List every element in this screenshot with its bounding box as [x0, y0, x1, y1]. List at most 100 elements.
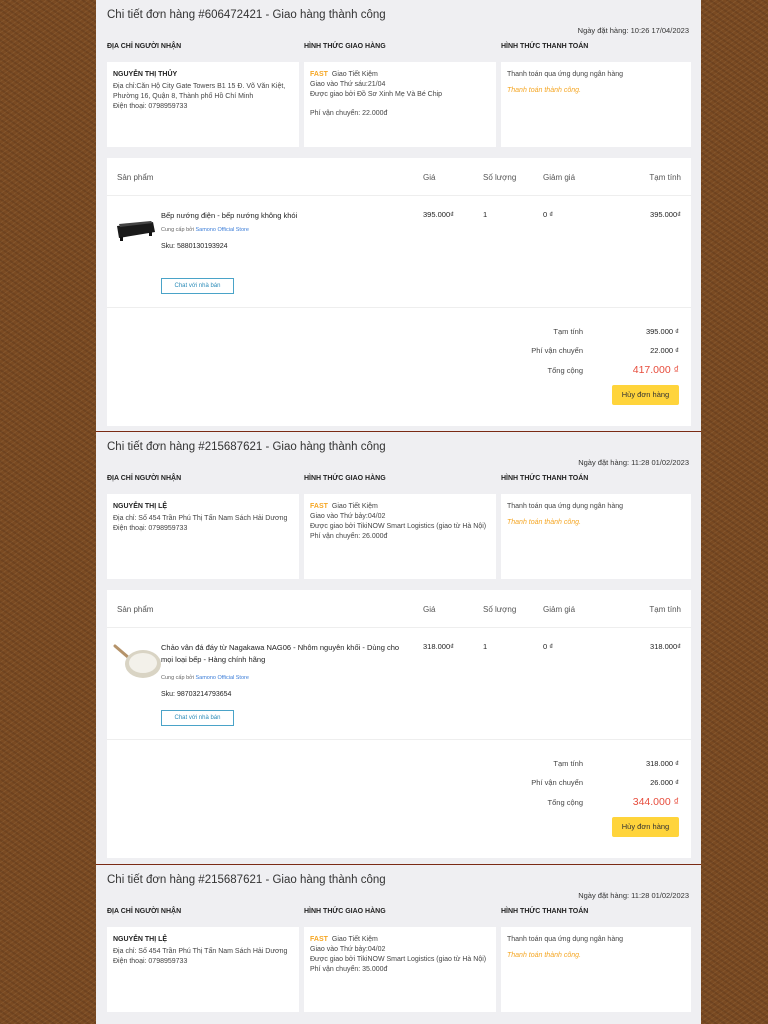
product-price: 395.000₫ [423, 210, 454, 219]
recipient-address: Địa chỉ: Số 454 Trần Phú Thị Tấn Nam Sác… [113, 515, 288, 523]
shipping-method: Giao Tiết Kiệm [331, 936, 378, 943]
subtotal-label: Tạm tính [553, 759, 583, 768]
payment-status: Thanh toán thành công. [507, 519, 581, 527]
product-discount: 0 ₫ [543, 210, 554, 219]
product-thumbnail[interactable] [113, 642, 161, 678]
subtotal-value: 318.000 ₫ [645, 759, 679, 768]
product-table: Sản phẩm Giá Số lượng Giảm giá Tạm tính … [107, 158, 691, 426]
payment-status: Thanh toán thành công. [507, 952, 581, 960]
shipping-fee: Phí vận chuyển: 35.000đ [310, 966, 388, 974]
carrier: Được giao bởi TikiNOW Smart Logistics (g… [310, 523, 487, 531]
table-row: Chảo vân đá đáy từ Nagakawa NAG06 - Nhôm… [107, 628, 691, 740]
col-price: Giá [423, 173, 436, 182]
seller-prefix: Cung cấp bởi [161, 675, 194, 681]
recipient-address: Địa chỉ: Số 454 Trần Phú Thị Tấn Nam Sác… [113, 948, 288, 956]
seller-prefix: Cung cấp bởi [161, 227, 194, 233]
recipient-box: NGUYỄN THỊ THỦY Địa chỉ:Căn Hộ City Gate… [107, 62, 299, 147]
seller-link[interactable]: Samono Official Store [196, 675, 249, 681]
payment-box: Thanh toán qua ứng dụng ngân hàng Thanh … [501, 62, 691, 147]
delivery-date: Giao vào Thứ bảy:04/02 [310, 946, 386, 954]
col-discount: Giảm giá [543, 173, 576, 182]
delivery-date: Giao vào Thứ bảy:04/02 [310, 513, 386, 521]
product-thumbnail[interactable] [113, 210, 157, 244]
cancel-order-button[interactable]: Hủy đơn hàng [612, 385, 679, 405]
order-card: Chi tiết đơn hàng #606472421 - Giao hàng… [96, 0, 701, 431]
col-product: Sản phẩm [117, 605, 154, 614]
payment-heading: HÌNH THỨC THANH TOÁN [501, 908, 589, 915]
shipping-heading: HÌNH THỨC GIAO HÀNG [304, 908, 386, 915]
table-row: Bếp nướng điện - bếp nướng không khói Cu… [107, 196, 691, 308]
cancel-order-button[interactable]: Hủy đơn hàng [612, 817, 679, 837]
payment-method: Thanh toán qua ứng dụng ngân hàng [507, 503, 624, 510]
delivery-date: Giao vào Thứ sáu:21/04 [310, 81, 386, 89]
order-title: Chi tiết đơn hàng #215687621 - Giao hàng… [107, 874, 386, 886]
shipping-box: FAST Giao Tiết Kiệm Giao vào Thứ bảy:04/0… [304, 494, 496, 579]
product-sku: Sku: 98703214793654 [161, 691, 232, 698]
product-quantity: 1 [483, 642, 488, 651]
recipient-phone: Điện thoại: 0798959733 [113, 103, 188, 111]
shipping-fee: Phí vận chuyển: 22.000đ [310, 110, 388, 118]
order-title: Chi tiết đơn hàng #606472421 - Giao hàng… [107, 9, 386, 21]
recipient-box: NGUYỄN THỊ LỆ Địa chỉ: Số 454 Trần Phú T… [107, 927, 299, 1012]
col-subtotal: Tạm tính [649, 173, 681, 182]
total-value: 344.000 ₫ [632, 796, 679, 808]
chat-seller-button[interactable]: Chat với nhà bán [161, 278, 234, 294]
payment-heading: HÌNH THỨC THANH TOÁN [501, 475, 589, 482]
payment-method: Thanh toán qua ứng dụng ngân hàng [507, 936, 624, 943]
shipping-fee-label: Phí vận chuyển [531, 346, 583, 355]
shipping-fee-label: Phí vận chuyển [531, 778, 583, 787]
col-price: Giá [423, 605, 436, 614]
shipping-fee-value: 22.000 ₫ [650, 346, 679, 355]
shipping-heading: HÌNH THỨC GIAO HÀNG [304, 43, 386, 50]
order-date: Ngày đặt hàng: 10:26 17/04/2023 [577, 26, 689, 35]
product-price: 318.000₫ [423, 642, 454, 651]
payment-box: Thanh toán qua ứng dụng ngân hàng Thanh … [501, 494, 691, 579]
product-table: Sản phẩm Giá Số lượng Giảm giá Tạm tính … [107, 590, 691, 858]
payment-heading: HÌNH THỨC THANH TOÁN [501, 43, 589, 50]
seller-info: Cung cấp bởi Samono Official Store [161, 675, 249, 681]
product-name[interactable]: Bếp nướng điện - bếp nướng không khói [161, 210, 411, 222]
shipping-method: Giao Tiết Kiệm [331, 503, 378, 510]
shipping-heading: HÌNH THỨC GIAO HÀNG [304, 475, 386, 482]
order-card: Chi tiết đơn hàng #215687621 - Giao hàng… [96, 864, 701, 1024]
total-value: 417.000 ₫ [632, 364, 679, 376]
recipient-box: NGUYỄN THỊ LỆ Địa chỉ: Số 454 Trần Phú T… [107, 494, 299, 579]
recipient-phone: Điện thoại: 0798959733 [113, 525, 188, 533]
order-title: Chi tiết đơn hàng #215687621 - Giao hàng… [107, 441, 386, 453]
col-subtotal: Tạm tính [649, 605, 681, 614]
order-date: Ngày đặt hàng: 11:28 01/02/2023 [578, 891, 689, 900]
shipping-box: FAST Giao Tiết Kiệm Giao vào Thứ sáu:21/0… [304, 62, 496, 147]
product-subtotal: 318.000₫ [650, 642, 681, 651]
shipping-fee: Phí vận chuyển: 26.000đ [310, 533, 388, 541]
fast-badge: FAST [310, 503, 328, 510]
orders-column: Chi tiết đơn hàng #606472421 - Giao hàng… [96, 0, 701, 1024]
col-product: Sản phẩm [117, 173, 154, 182]
recipient-address: Địa chỉ:Căn Hộ City Gate Towers B1 15 Đ.… [113, 83, 286, 101]
recipient-name: NGUYỄN THỊ LỆ [113, 936, 168, 943]
subtotal-value: 395.000 ₫ [645, 327, 679, 336]
shipping-method: Giao Tiết Kiệm [331, 71, 378, 78]
recipient-heading: ĐỊA CHỈ NGƯỜI NHẬN [107, 475, 182, 482]
recipient-phone: Điện thoại: 0798959733 [113, 958, 188, 966]
product-name[interactable]: Chảo vân đá đáy từ Nagakawa NAG06 - Nhôm… [161, 642, 411, 665]
chat-seller-button[interactable]: Chat với nhà bán [161, 710, 234, 726]
product-quantity: 1 [483, 210, 488, 219]
table-header: Sản phẩm Giá Số lượng Giảm giá Tạm tính [107, 590, 691, 628]
product-subtotal: 395.000₫ [650, 210, 681, 219]
carrier: Được giao bởi TikiNOW Smart Logistics (g… [310, 956, 487, 964]
seller-link[interactable]: Samono Official Store [196, 227, 249, 233]
payment-method: Thanh toán qua ứng dụng ngân hàng [507, 71, 624, 78]
subtotal-label: Tạm tính [553, 327, 583, 336]
order-date: Ngày đặt hàng: 11:28 01/02/2023 [578, 458, 689, 467]
shipping-fee-value: 26.000 ₫ [650, 778, 679, 787]
recipient-heading: ĐỊA CHỈ NGƯỜI NHẬN [107, 908, 182, 915]
shipping-box: FAST Giao Tiết Kiệm Giao vào Thứ bảy:04/0… [304, 927, 496, 1012]
total-label: Tổng cộng [547, 798, 583, 807]
recipient-heading: ĐỊA CHỈ NGƯỜI NHẬN [107, 43, 182, 50]
product-sku: Sku: 5880130193924 [161, 243, 228, 250]
recipient-name: NGUYỄN THỊ THỦY [113, 71, 178, 78]
total-label: Tổng cộng [547, 366, 583, 375]
table-header: Sản phẩm Giá Số lượng Giảm giá Tạm tính [107, 158, 691, 196]
payment-status: Thanh toán thành công. [507, 87, 581, 95]
order-totals: Tạm tính 318.000 ₫ Phí vận chuyển 26.000… [107, 740, 691, 858]
